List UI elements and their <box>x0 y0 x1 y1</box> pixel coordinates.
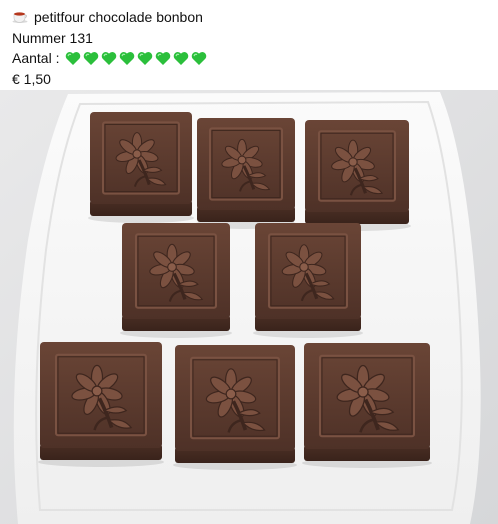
green-heart-icon <box>174 51 189 65</box>
quantity-line: Aantal : <box>12 48 209 69</box>
chocolate-bonbon <box>195 118 297 229</box>
number-line: Nummer 131 <box>12 28 209 49</box>
quantity-label: Aantal : <box>12 50 60 66</box>
price-line: € 1,50 <box>12 69 209 90</box>
chocolate-bonbon <box>120 223 232 338</box>
title-line: petitfour chocolade bonbon <box>12 7 209 28</box>
chocolate-bonbons-image <box>0 90 498 524</box>
item-number: Nummer 131 <box>12 29 93 46</box>
chocolate-bonbon <box>302 343 432 468</box>
chocolate-bonbon <box>253 223 363 338</box>
chocolate-bonbon <box>88 112 194 223</box>
green-heart-icon <box>102 51 117 65</box>
chocolate-bonbon <box>303 120 411 231</box>
quantity-hearts <box>65 51 209 66</box>
green-heart-icon <box>192 51 207 65</box>
chocolate-bonbon <box>173 345 297 470</box>
green-heart-icon <box>84 51 99 65</box>
green-heart-icon <box>138 51 153 65</box>
green-heart-icon <box>120 51 135 65</box>
chocolate-bonbon <box>38 342 164 467</box>
product-photo <box>0 90 498 524</box>
post-caption: petitfour chocolade bonbon Nummer 131 Aa… <box>12 7 209 89</box>
coffee-cup-icon <box>12 12 28 24</box>
green-heart-icon <box>66 51 81 65</box>
green-heart-icon <box>156 51 171 65</box>
price: € 1,50 <box>12 70 51 87</box>
post-title: petitfour chocolade bonbon <box>34 9 203 25</box>
